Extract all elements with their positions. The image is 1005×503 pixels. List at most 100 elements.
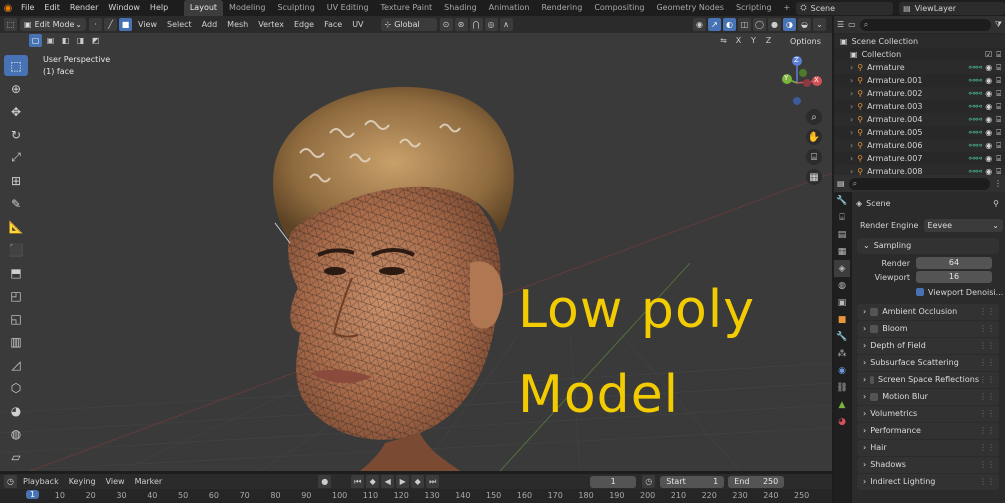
camera-icon[interactable]: ⌸ bbox=[996, 87, 1001, 100]
timeline-editor-icon[interactable]: ◷ bbox=[4, 475, 17, 488]
outliner-item[interactable]: › ⚲ Armature.002 ⚯⚯ ◉ ⌸ bbox=[834, 87, 1005, 100]
edge-select-icon[interactable]: ╱ bbox=[104, 18, 117, 31]
camera-icon[interactable]: ⌸ bbox=[806, 149, 822, 165]
physics-tab-icon[interactable]: ◉ bbox=[834, 362, 850, 379]
expand-arrow-icon[interactable]: › bbox=[850, 113, 853, 126]
outliner-item[interactable]: › ⚲ Armature.003 ⚯⚯ ◉ ⌸ bbox=[834, 100, 1005, 113]
play-icon[interactable]: ▶ bbox=[396, 475, 410, 488]
property-panel-header[interactable]: › Bloom ⋮⋮ bbox=[857, 321, 999, 337]
render-engine-dropdown[interactable]: Eevee ⌄ bbox=[923, 218, 1003, 232]
jump-end-icon[interactable]: ⏭ bbox=[426, 475, 440, 488]
properties-search-input[interactable]: ⌕ bbox=[848, 177, 990, 190]
viewport-denoise-checkbox[interactable] bbox=[916, 288, 924, 296]
property-panel-header[interactable]: › Depth of Field ⋮⋮ bbox=[857, 338, 999, 354]
camera-icon[interactable]: ⌸ bbox=[996, 48, 1001, 61]
render-samples-field[interactable]: 64 bbox=[916, 257, 992, 269]
property-panel-header[interactable]: › Subsurface Scattering ⋮⋮ bbox=[857, 355, 999, 371]
material-shading-icon[interactable]: ◑ bbox=[783, 18, 796, 31]
falloff-icon[interactable]: ∧ bbox=[499, 18, 513, 31]
eye-icon[interactable]: ◉ bbox=[985, 113, 992, 126]
particles-tab-icon[interactable]: ⁂ bbox=[834, 345, 850, 362]
select-box-tool-icon[interactable]: ⬚ bbox=[4, 55, 28, 76]
outliner-search-input[interactable]: ⌕ bbox=[859, 18, 991, 31]
camera-icon[interactable]: ⌸ bbox=[996, 74, 1001, 87]
camera-icon[interactable]: ⌸ bbox=[996, 100, 1001, 113]
camera-icon[interactable]: ⌸ bbox=[996, 152, 1001, 165]
scene-selector[interactable]: ⛭ Scene bbox=[796, 1, 894, 15]
menu-window[interactable]: Window bbox=[103, 0, 145, 16]
select-extend-icon[interactable]: ▣ bbox=[44, 34, 57, 47]
wireframe-shading-icon[interactable]: ◯ bbox=[753, 18, 766, 31]
drag-handle-icon[interactable]: ⋮⋮ bbox=[979, 321, 995, 337]
tool-tab-icon[interactable]: 🔧 bbox=[834, 192, 850, 209]
next-keyframe-icon[interactable]: ◆ bbox=[411, 475, 425, 488]
blender-logo-icon[interactable]: ◉ bbox=[0, 0, 16, 16]
property-panel-header[interactable]: › Performance ⋮⋮ bbox=[857, 423, 999, 439]
scale-tool-icon[interactable]: ⤢ bbox=[4, 147, 28, 168]
sampling-panel-header[interactable]: ⌄ Sampling bbox=[857, 238, 999, 254]
drag-handle-icon[interactable]: ⋮⋮ bbox=[979, 338, 995, 354]
options-icon[interactable]: ⋮ bbox=[994, 179, 1002, 188]
rendered-shading-icon[interactable]: ◒ bbox=[798, 18, 811, 31]
select-subtract-icon[interactable]: ◧ bbox=[59, 34, 72, 47]
outliner-item[interactable]: › ⚲ Armature ⚯⚯ ◉ ⌸ bbox=[834, 61, 1005, 74]
menu-uv[interactable]: UV bbox=[347, 16, 368, 33]
menu-render[interactable]: Render bbox=[65, 0, 103, 16]
pin-icon[interactable]: ⚲ bbox=[993, 199, 999, 208]
render-tab-icon[interactable]: ⌸ bbox=[834, 209, 850, 226]
menu-view[interactable]: View bbox=[133, 16, 162, 33]
view-layer-tab-icon[interactable]: ▦ bbox=[834, 243, 850, 260]
visibility-icon[interactable]: ◉ bbox=[693, 18, 706, 31]
expand-arrow-icon[interactable]: › bbox=[850, 100, 853, 113]
timeline-ruler[interactable]: 1 10 20 30 40 50 60 70 80 90 100 110 120 130 140 150 160… bbox=[0, 489, 832, 503]
select-invert-icon[interactable]: ◨ bbox=[74, 34, 87, 47]
expand-arrow-icon[interactable]: › bbox=[850, 61, 853, 74]
face-select-icon[interactable]: ■ bbox=[119, 18, 132, 31]
outliner-item[interactable]: › ⚲ Armature.005 ⚯⚯ ◉ ⌸ bbox=[834, 126, 1005, 139]
tab-texture-paint[interactable]: Texture Paint bbox=[375, 0, 439, 16]
collection-checkbox[interactable]: ☑ bbox=[985, 48, 992, 61]
annotate-tool-icon[interactable]: ✎ bbox=[4, 193, 28, 214]
eye-icon[interactable]: ◉ bbox=[985, 100, 992, 113]
shear-tool-icon[interactable]: ▱ bbox=[4, 446, 28, 467]
expand-arrow-icon[interactable]: › bbox=[850, 139, 853, 152]
tab-sculpting[interactable]: Sculpting bbox=[271, 0, 320, 16]
gizmo-toggle-icon[interactable]: ↗ bbox=[708, 18, 721, 31]
solid-shading-icon[interactable]: ● bbox=[768, 18, 781, 31]
prev-keyframe-icon[interactable]: ◆ bbox=[366, 475, 380, 488]
select-intersect-icon[interactable]: ◩ bbox=[89, 34, 102, 47]
xray-icon[interactable]: ◫ bbox=[738, 18, 751, 31]
property-panel-header[interactable]: › Ambient Occlusion ⋮⋮ bbox=[857, 304, 999, 320]
vertex-select-icon[interactable]: · bbox=[89, 18, 102, 31]
outliner-item[interactable]: › ⚲ Armature.004 ⚯⚯ ◉ ⌸ bbox=[834, 113, 1005, 126]
editor-type-icon[interactable]: ⬚ bbox=[4, 18, 17, 31]
tab-rendering[interactable]: Rendering bbox=[535, 0, 588, 16]
add-workspace-button[interactable]: + bbox=[778, 0, 797, 16]
drag-handle-icon[interactable]: ⋮⋮ bbox=[979, 423, 995, 439]
extrude-tool-icon[interactable]: ⬒ bbox=[4, 262, 28, 283]
viewport-samples-field[interactable]: 16 bbox=[916, 271, 992, 283]
3d-viewport[interactable]: User Perspective (1) face Low poly Model… bbox=[0, 33, 832, 471]
camera-icon[interactable]: ⌸ bbox=[996, 126, 1001, 139]
options-dropdown[interactable]: Options bbox=[786, 35, 825, 48]
property-panel-header[interactable]: › Indirect Lighting ⋮⋮ bbox=[857, 474, 999, 490]
tab-geometry-nodes[interactable]: Geometry Nodes bbox=[650, 0, 729, 16]
collection-row[interactable]: ▣ Collection ☑ ⌸ bbox=[834, 48, 1005, 61]
bevel-tool-icon[interactable]: ◱ bbox=[4, 308, 28, 329]
spin-tool-icon[interactable]: ◕ bbox=[4, 400, 28, 421]
property-panel-header[interactable]: › Screen Space Reflections ⋮⋮ bbox=[857, 372, 999, 388]
material-tab-icon[interactable]: ◕ bbox=[834, 413, 850, 430]
panel-enable-checkbox[interactable] bbox=[870, 308, 879, 316]
transform-tool-icon[interactable]: ⊞ bbox=[4, 170, 28, 191]
constraints-tab-icon[interactable]: ⛓ bbox=[834, 379, 850, 396]
poly-build-tool-icon[interactable]: ⬡ bbox=[4, 377, 28, 398]
expand-arrow-icon[interactable]: › bbox=[850, 74, 853, 87]
move-tool-icon[interactable]: ✥ bbox=[4, 101, 28, 122]
axis-z-toggle[interactable]: Z bbox=[762, 34, 775, 47]
eye-icon[interactable]: ◉ bbox=[985, 126, 992, 139]
inset-tool-icon[interactable]: ◰ bbox=[4, 285, 28, 306]
property-panel-header[interactable]: › Shadows ⋮⋮ bbox=[857, 457, 999, 473]
navigation-gizmo[interactable]: Z X Y bbox=[775, 55, 827, 107]
camera-icon[interactable]: ⌸ bbox=[996, 139, 1001, 152]
menu-vertex[interactable]: Vertex bbox=[253, 16, 289, 33]
